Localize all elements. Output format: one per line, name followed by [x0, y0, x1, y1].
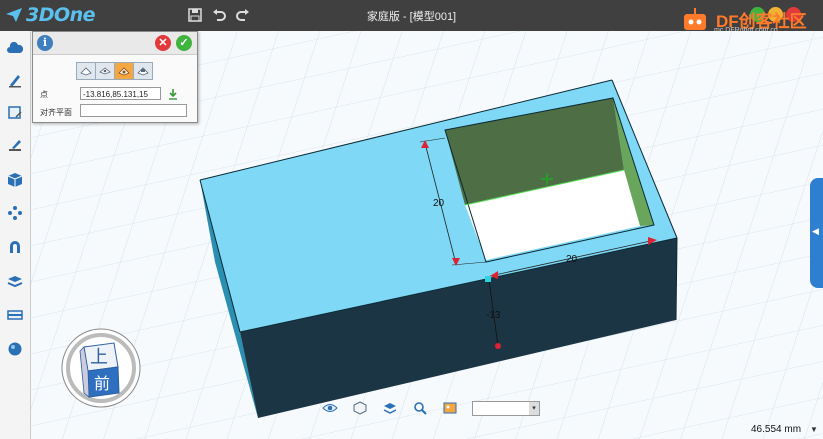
plane-icon [80, 67, 92, 76]
panel-header: i ✕ ✓ [33, 32, 197, 55]
zoom-dropdown-icon[interactable]: ▼ [810, 425, 818, 434]
plane-offset-icon [99, 67, 111, 75]
sidebar-item-sketch[interactable] [5, 70, 25, 90]
pick-arrow-icon [169, 89, 177, 100]
picture-icon [443, 402, 457, 414]
mode-button-4[interactable] [134, 63, 152, 79]
render-mode-button[interactable] [382, 400, 398, 416]
plane-view-icon [137, 67, 149, 76]
dimension-vertical-label[interactable]: 20 [433, 198, 444, 209]
title-bar: 3DOne 家庭版 - [模型001] DF创客社区 mc.DFRobot.c [0, 0, 823, 34]
view-cube-top-label: 上 [90, 347, 108, 367]
sidebar-item-combine[interactable] [5, 237, 25, 257]
panel-icon [7, 310, 23, 320]
layers-stack-icon [383, 403, 397, 414]
sidebar-item-special-features[interactable] [5, 135, 25, 155]
mode-button-2[interactable] [96, 63, 115, 79]
sketch-edit-icon [8, 106, 22, 119]
align-plane-label: 对齐平面 [40, 108, 72, 117]
image-capture-button[interactable] [442, 400, 458, 416]
eye-icon [322, 404, 338, 412]
view-visibility-button[interactable] [322, 400, 338, 416]
magnet-icon [10, 241, 20, 253]
sidebar-item-render[interactable] [5, 339, 25, 359]
sidebar-item-feature-modeling[interactable] [5, 170, 25, 190]
sidebar-item-sketch-edit[interactable] [5, 103, 25, 123]
bottom-toolbar: ▾ [322, 400, 540, 416]
zoom-button[interactable] [412, 400, 428, 416]
pick-point-button[interactable] [167, 87, 179, 100]
brush-icon [9, 140, 21, 151]
cloud-solid-icon [7, 42, 23, 53]
sidebar-item-assembly[interactable] [5, 305, 25, 325]
point-label: 点 [40, 90, 48, 99]
view-select[interactable]: ▾ [472, 400, 540, 417]
mode-button-3[interactable] [115, 63, 134, 79]
mode-selector [76, 62, 153, 80]
magnifier-icon [414, 402, 427, 415]
sidebar-item-basic-solid[interactable] [5, 38, 25, 58]
right-panel-toggle[interactable]: ◀ [810, 178, 823, 288]
sphere-icon [8, 342, 22, 356]
dimension-horizontal-label[interactable]: 20 [566, 254, 577, 265]
dimension-depth-label[interactable]: -13 [486, 310, 500, 321]
sidebar-item-basic-edit[interactable] [5, 203, 25, 223]
cube-outline-icon [353, 401, 367, 415]
align-plane-field[interactable] [80, 104, 187, 117]
cancel-button[interactable]: ✕ [155, 35, 171, 51]
pen-icon [9, 75, 21, 88]
move-icon [8, 206, 22, 220]
chevron-left-icon: ◀ [812, 226, 819, 236]
info-icon[interactable]: i [37, 35, 53, 51]
view-cube-button[interactable] [352, 400, 368, 416]
robot-logo-icon [684, 8, 706, 30]
confirm-button[interactable]: ✓ [176, 35, 192, 51]
mode-button-1[interactable] [77, 63, 96, 79]
point-field[interactable]: -13.816,85.131,15 [80, 87, 161, 100]
sidebar-item-measure[interactable] [5, 271, 25, 291]
plane-point-icon [118, 67, 130, 76]
property-panel: i ✕ ✓ 点 -13.816,85.131,15 对齐平面 [32, 31, 198, 123]
view-select-value [473, 408, 475, 417]
left-sidebar [0, 31, 31, 439]
layers-icon [7, 276, 23, 288]
chevron-down-icon: ▾ [529, 401, 539, 415]
cube-icon [7, 173, 23, 187]
zoom-readout: 46.554 mm [751, 424, 802, 435]
view-cube-front-label: 前 [94, 376, 111, 393]
